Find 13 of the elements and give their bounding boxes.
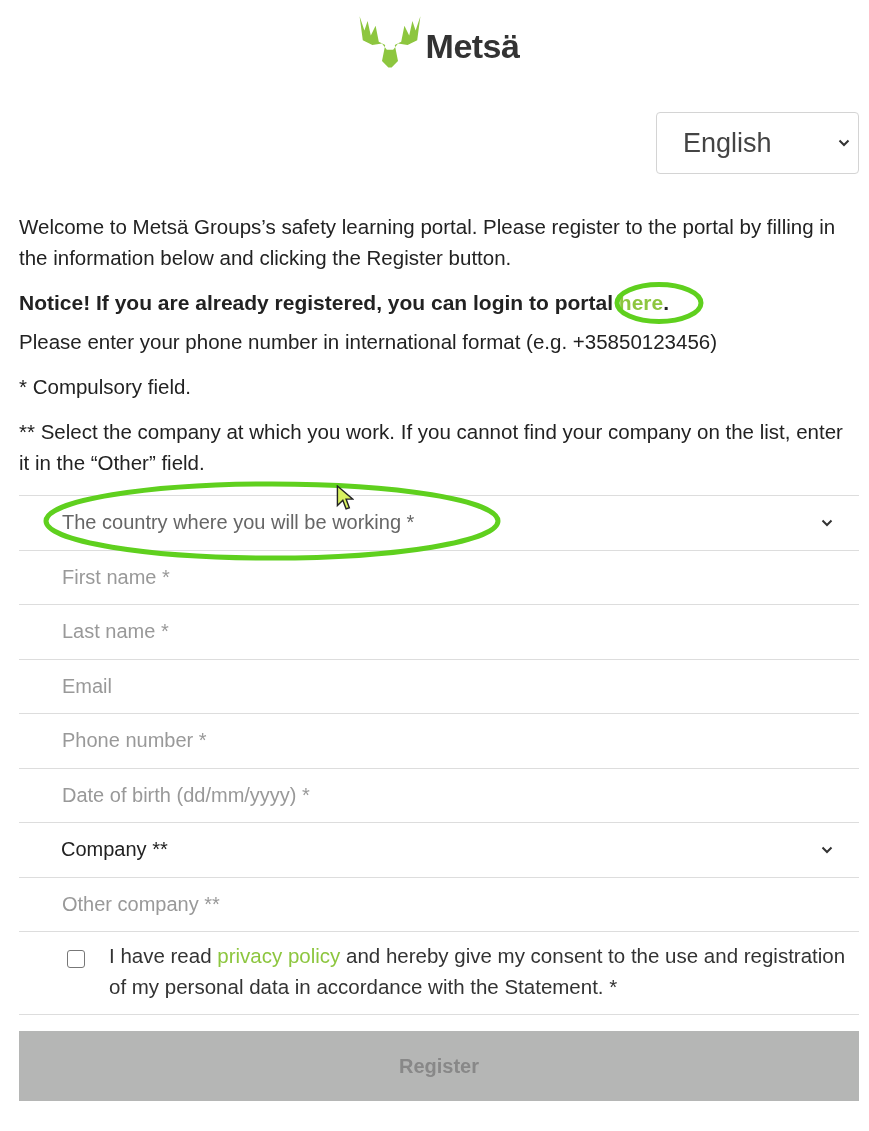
chevron-down-icon	[838, 139, 850, 147]
mouse-pointer-icon	[336, 485, 354, 511]
company-hint: ** Select the company at which you work. If you cannot find your company on the list, enter it in the “Other” field.	[19, 419, 844, 476]
chevron-down-icon	[821, 518, 833, 527]
chevron-down-icon	[821, 845, 833, 854]
compulsory-note: * Compulsory field.	[19, 374, 193, 400]
consent-text: I have read privacy policy and hereby give my consent to the use and registration of my personal data in accordance with the Statement. *	[109, 943, 847, 1000]
checkbox[interactable]	[67, 950, 85, 968]
welcome-text: Welcome to Metsä Groups’s safety learning portal. Please register to the portal by filling in the information below and clicking the Register button.	[19, 214, 837, 271]
language-select[interactable]: English	[656, 112, 859, 174]
logo-text: Metsä	[425, 27, 520, 66]
notice-text: Notice! If you are already registered, you can login to portal here.	[19, 287, 850, 318]
phone-hint: Please enter your phone number in international format (e.g. +35850123456)	[19, 329, 719, 355]
